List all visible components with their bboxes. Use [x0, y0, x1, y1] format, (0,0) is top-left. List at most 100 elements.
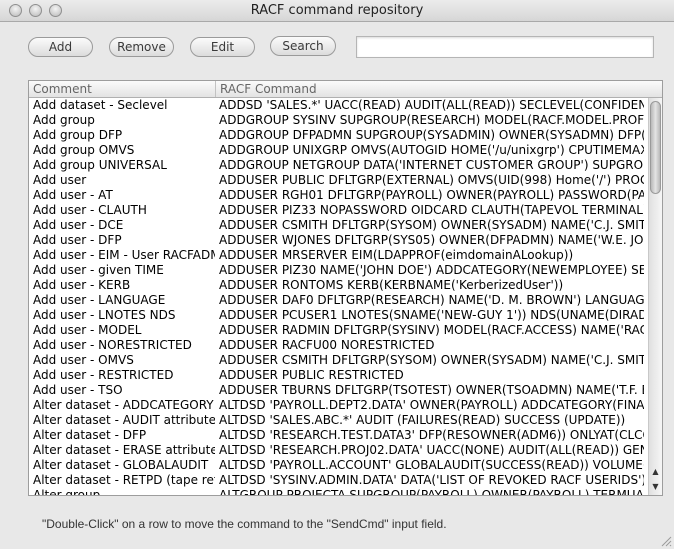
row-comment: Add user - OMVS — [33, 353, 134, 367]
title-bar: RACF command repository — [0, 0, 674, 22]
row-comment: Add group DFP — [33, 128, 123, 142]
row-racf-command: ADDUSER PCUSER1 LNOTES(SNAME('NEW-GUY 1'… — [219, 308, 644, 322]
row-comment: Alter dataset - GLOBALAUDIT — [33, 458, 209, 472]
table-row[interactable]: Add user - LNOTES NDS ADDUSER PCUSER1 LNO… — [29, 308, 646, 323]
table-row[interactable]: Alter dataset - ERASE attribute ALTDSD 'R… — [29, 443, 646, 458]
table-row[interactable]: Alter group - ALTGROUP PROJECTA SUPGROUP(… — [29, 488, 646, 496]
row-comment: Add user - DFP — [33, 233, 122, 247]
row-comment: Add user - AT — [33, 188, 113, 202]
table-row[interactable]: Alter dataset - GLOBALAUDIT ALTDSD 'PAYRO… — [29, 458, 646, 473]
table-row[interactable]: Add user - CLAUTH ADDUSER PIZ33 NOPASSWOR… — [29, 203, 646, 218]
row-racf-command: ADDUSER CSMITH DFLTGRP(SYSOM) OWNER(SYSA… — [219, 218, 644, 232]
row-racf-command: ADDSD 'SALES.*' UACC(READ) AUDIT(ALL(REA… — [219, 98, 644, 112]
row-comment: Alter dataset - AUDIT attribute — [33, 413, 215, 427]
table-row[interactable]: Add user - AT ADDUSER RGH01 DFLTGRP(PAYRO… — [29, 188, 646, 203]
table-row[interactable]: Add user - OMVS ADDUSER CSMITH DFLTGRP(SY… — [29, 353, 646, 368]
table-row[interactable]: Add user - DCE ADDUSER CSMITH DFLTGRP(SYS… — [29, 218, 646, 233]
add-button[interactable]: Add — [28, 37, 93, 57]
row-comment: Add group OMVS — [33, 143, 135, 157]
row-racf-command: ADDUSER RACFU00 NORESTRICTED — [219, 338, 435, 352]
scrollbar-thumb[interactable] — [650, 101, 661, 194]
row-comment: Alter dataset - RETPD (tape retenti... — [33, 473, 215, 487]
table-row[interactable]: Add group DFP ADDGROUP DFPADMN SUPGROUP(S… — [29, 128, 646, 143]
window-title: RACF command repository — [250, 3, 424, 18]
row-comment: Add user - MODEL — [33, 323, 142, 337]
row-racf-command: ADDUSER RGH01 DFLTGRP(PAYROLL) OWNER(PAY… — [219, 188, 644, 202]
row-comment: Add user - RESTRICTED — [33, 368, 174, 382]
row-racf-command: ADDGROUP DFPADMN SUPGROUP(SYSADMIN) OWNE… — [219, 128, 644, 142]
row-racf-command: ADDUSER TBURNS DFLTGRP(TSOTEST) OWNER(TS… — [219, 383, 644, 397]
row-comment: Alter dataset - DFP — [33, 428, 147, 442]
row-comment: Add dataset - Seclevel — [33, 98, 168, 112]
row-racf-command: ADDUSER CSMITH DFLTGRP(SYSOM) OWNER(SYSA… — [219, 353, 644, 367]
row-racf-command: ADDUSER PUBLIC DFLTGRP(EXTERNAL) OMVS(UI… — [219, 173, 644, 187]
resize-grip-icon[interactable] — [660, 535, 672, 547]
search-button[interactable]: Search — [270, 36, 336, 56]
column-header-comment[interactable]: Comment — [29, 81, 216, 97]
table-row[interactable]: Add user - DFP ADDUSER WJONES DFLTGRP(SYS… — [29, 233, 646, 248]
row-comment: Add user - KERB — [33, 278, 131, 292]
row-comment: Add user - TSO — [33, 383, 123, 397]
footer-hint: "Double-Click" on a row to move the comm… — [42, 517, 447, 531]
row-racf-command: ADDUSER PIZ33 NOPASSWORD OIDCARD CLAUTH(… — [219, 203, 644, 217]
row-racf-command: ADDUSER RADMIN DFLTGRP(SYSINV) MODEL(RAC… — [219, 323, 644, 337]
row-racf-command: ADDUSER WJONES DFLTGRP(SYS05) OWNER(DFPA… — [219, 233, 644, 247]
table-row[interactable]: Add group ADDGROUP SYSINV SUPGROUP(RESEAR… — [29, 113, 646, 128]
row-racf-command: ALTDSD 'RESEARCH.TEST.DATA3' DFP(RESOWNE… — [219, 428, 644, 442]
table-row[interactable]: Add dataset - Seclevel ADDSD 'SALES.*' UA… — [29, 98, 646, 113]
table-row[interactable]: Alter dataset - ADDCATEGORY ALTDSD 'PAYRO… — [29, 398, 646, 413]
edit-button[interactable]: Edit — [190, 37, 255, 57]
table-row[interactable]: Add user - given TIME ADDUSER PIZ30 NAME(… — [29, 263, 646, 278]
row-comment: Alter group - — [33, 488, 109, 496]
row-comment: Add user - LANGUAGE — [33, 293, 166, 307]
scroll-down-arrow-icon[interactable]: ▼ — [649, 480, 662, 494]
row-comment: Add user — [33, 173, 87, 187]
row-racf-command: ADDGROUP NETGROUP DATA('INTERNET CUSTOME… — [219, 158, 644, 172]
row-comment: Add user - EIM - User RACFADMN ... — [33, 248, 215, 262]
table-header: Comment RACF Command — [29, 81, 662, 98]
table-row[interactable]: Alter dataset - RETPD (tape retenti... AL… — [29, 473, 646, 488]
table-body: Add dataset - Seclevel ADDSD 'SALES.*' UA… — [29, 98, 646, 496]
table-row[interactable]: Add user - NORESTRICTED ADDUSER RACFU00 N… — [29, 338, 646, 353]
row-racf-command: ADDUSER PIZ30 NAME('JOHN DOE') ADDCATEGO… — [219, 263, 644, 277]
row-comment: Alter dataset - ERASE attribute — [33, 443, 215, 457]
table-row[interactable]: Add group OMVS ADDGROUP UNIXGRP OMVS(AUTO… — [29, 143, 646, 158]
row-comment: Add group UNIVERSAL — [33, 158, 167, 172]
row-comment: Add group — [33, 113, 95, 127]
table-row[interactable]: Add user - EIM - User RACFADMN ... ADDUSE… — [29, 248, 646, 263]
row-comment: Alter dataset - ADDCATEGORY — [33, 398, 214, 412]
toolbar: Add Remove Edit Search — [0, 36, 674, 60]
column-header-racf-command[interactable]: RACF Command — [216, 81, 648, 97]
table-row[interactable]: Alter dataset - AUDIT attribute ALTDSD 'S… — [29, 413, 646, 428]
table-row[interactable]: Add group UNIVERSAL ADDGROUP NETGROUP DAT… — [29, 158, 646, 173]
row-comment: Add user - DCE — [33, 218, 124, 232]
scroll-up-arrow-icon[interactable]: ▲ — [649, 465, 662, 479]
row-comment: Add user - LNOTES NDS — [33, 308, 176, 322]
remove-button[interactable]: Remove — [109, 37, 174, 57]
row-racf-command: ADDGROUP UNIXGRP OMVS(AUTOGID HOME('/u/u… — [219, 143, 644, 157]
row-racf-command: ALTDSD 'PAYROLL.DEPT2.DATA' OWNER(PAYROL… — [219, 398, 644, 412]
row-racf-command: ALTDSD 'SYSINV.ADMIN.DATA' DATA('LIST OF… — [219, 473, 644, 487]
table-row[interactable]: Add user - KERB ADDUSER RONTOMS KERB(KERB… — [29, 278, 646, 293]
table-row[interactable]: Add user - TSO ADDUSER TBURNS DFLTGRP(TSO… — [29, 383, 646, 398]
table-row[interactable]: Add user ADDUSER PUBLIC DFLTGRP(EXTERNAL)… — [29, 173, 646, 188]
table-row[interactable]: Add user - RESTRICTED ADDUSER PUBLIC REST… — [29, 368, 646, 383]
command-table: Comment RACF Command Add dataset - Secle… — [28, 80, 663, 496]
vertical-scrollbar[interactable]: ▲ ▼ — [648, 98, 662, 495]
row-racf-command: ALTGROUP PROJECTA SUPGROUP(PAYROLL) OWNE… — [219, 488, 644, 496]
row-racf-command: ALTDSD 'SALES.ABC.*' AUDIT (FAILURES(REA… — [219, 413, 626, 427]
row-comment: Add user - given TIME — [33, 263, 164, 277]
row-racf-command: ADDUSER PUBLIC RESTRICTED — [219, 368, 404, 382]
row-racf-command: ADDUSER MRSERVER EIM(LDAPPROF(eimdomainA… — [219, 248, 574, 262]
row-racf-command: ADDGROUP SYSINV SUPGROUP(RESEARCH) MODEL… — [219, 113, 644, 127]
row-racf-command: ADDUSER RONTOMS KERB(KERBNAME('Kerberize… — [219, 278, 564, 292]
row-racf-command: ALTDSD 'RESEARCH.PROJ02.DATA' UACC(NONE)… — [219, 443, 644, 457]
row-racf-command: ADDUSER DAF0 DFLTGRP(RESEARCH) NAME('D. … — [219, 293, 644, 307]
table-row[interactable]: Alter dataset - DFP ALTDSD 'RESEARCH.TEST… — [29, 428, 646, 443]
row-racf-command: ALTDSD 'PAYROLL.ACCOUNT' GLOBALAUDIT(SUC… — [219, 458, 644, 472]
table-row[interactable]: Add user - MODEL ADDUSER RADMIN DFLTGRP(S… — [29, 323, 646, 338]
row-comment: Add user - CLAUTH — [33, 203, 147, 217]
row-comment: Add user - NORESTRICTED — [33, 338, 192, 352]
table-row[interactable]: Add user - LANGUAGE ADDUSER DAF0 DFLTGRP(… — [29, 293, 646, 308]
search-input[interactable] — [356, 36, 654, 58]
